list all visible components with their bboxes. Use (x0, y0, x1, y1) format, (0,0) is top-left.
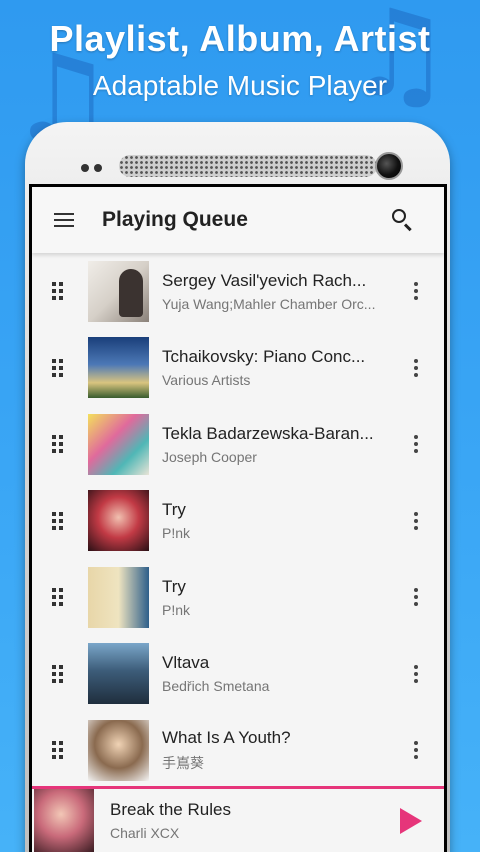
now-playing-bar[interactable]: Break the Rules Charli XCX (32, 786, 444, 852)
track-artist: Bedřich Smetana (162, 678, 270, 695)
queue-item[interactable]: Try P!nk (32, 483, 444, 560)
track-artist: P!nk (162, 525, 191, 542)
sensor-dots (81, 164, 102, 172)
album-art (88, 566, 149, 628)
more-vert-icon[interactable] (406, 741, 426, 760)
now-playing-title: Break the Rules (110, 800, 231, 819)
queue-item[interactable]: Vltava Bedřich Smetana (32, 636, 444, 713)
drag-handle-icon[interactable] (52, 358, 64, 377)
play-icon[interactable] (400, 807, 422, 834)
track-title: Vltava (162, 653, 210, 673)
track-title: Tekla Badarzewska-Baran... (162, 423, 374, 443)
more-vert-icon[interactable] (406, 511, 426, 530)
more-vert-icon[interactable] (406, 588, 426, 607)
hamburger-menu-icon[interactable] (54, 213, 74, 227)
album-art (88, 643, 149, 705)
drag-handle-icon[interactable] (52, 511, 64, 530)
album-art (88, 490, 149, 552)
now-playing-album-art (34, 789, 94, 852)
drag-handle-icon[interactable] (52, 435, 64, 454)
track-artist: Joseph Cooper (162, 448, 257, 465)
playing-queue-list: Sergey Vasil'yevich Rach... Yuja Wang;Ma… (32, 253, 444, 789)
speaker-grill (119, 155, 377, 177)
queue-item[interactable]: Sergey Vasil'yevich Rach... Yuja Wang;Ma… (32, 253, 444, 330)
drag-handle-icon[interactable] (52, 741, 64, 760)
queue-item[interactable]: Tchaikovsky: Piano Conc... Various Artis… (32, 330, 444, 407)
track-title: What Is A Youth? (162, 727, 291, 747)
album-art (88, 260, 149, 322)
track-artist: Various Artists (162, 372, 251, 389)
track-title: Sergey Vasil'yevich Rach... (162, 270, 367, 290)
page-title: Playing Queue (102, 208, 248, 231)
track-artist: P!nk (162, 601, 191, 618)
more-vert-icon[interactable] (406, 358, 426, 377)
front-camera (375, 152, 403, 180)
album-art (88, 413, 149, 475)
drag-handle-icon[interactable] (52, 664, 64, 683)
track-title: Try (162, 576, 186, 596)
track-title: Try (162, 500, 186, 520)
drag-handle-icon[interactable] (52, 282, 64, 301)
queue-item[interactable]: Tekla Badarzewska-Baran... Joseph Cooper (32, 406, 444, 483)
track-artist: Yuja Wang;Mahler Chamber Orc... (162, 295, 376, 312)
toolbar: Playing Queue (32, 187, 444, 253)
queue-item[interactable]: Try P!nk (32, 559, 444, 636)
now-playing-artist: Charli XCX (110, 825, 180, 841)
promo-subtitle: Adaptable Music Player (92, 70, 388, 101)
album-art (88, 719, 149, 781)
queue-item[interactable]: What Is A Youth? 手嶌葵 (32, 712, 444, 789)
track-title: Tchaikovsky: Piano Conc... (162, 347, 366, 367)
more-vert-icon[interactable] (406, 664, 426, 683)
promo-title: Playlist, Album, Artist (49, 18, 431, 59)
album-art (88, 337, 149, 399)
search-icon[interactable] (390, 207, 416, 233)
drag-handle-icon[interactable] (52, 588, 64, 607)
app-window: Playing Queue Sergey Vasil'yevich Rach..… (32, 187, 444, 852)
phone-screen: Playing Queue Sergey Vasil'yevich Rach..… (29, 184, 447, 852)
more-vert-icon[interactable] (406, 435, 426, 454)
track-artist: 手嶌葵 (162, 754, 204, 771)
more-vert-icon[interactable] (406, 282, 426, 301)
